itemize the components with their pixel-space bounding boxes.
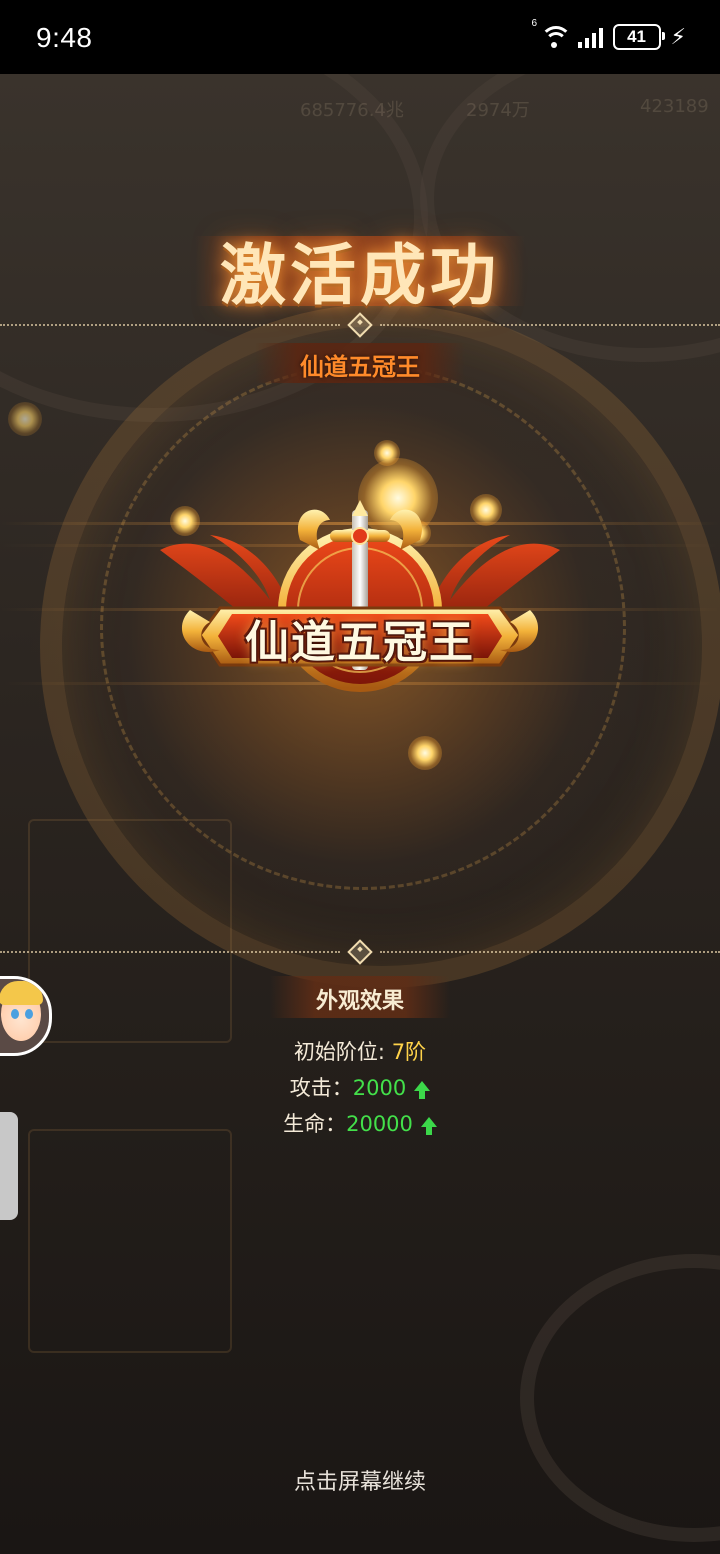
effects-title: 外观效果 bbox=[315, 989, 404, 1014]
stat-health-label: 生命： bbox=[283, 1112, 347, 1136]
item-name: 仙道五冠王 bbox=[300, 353, 420, 381]
tap-to-continue[interactable]: 点击屏幕继续 bbox=[0, 1464, 720, 1496]
status-bar: 9:48 6 41 ⚡ bbox=[0, 0, 720, 74]
increase-arrow-icon bbox=[420, 1117, 437, 1135]
side-drawer-handle[interactable] bbox=[0, 1112, 18, 1220]
hud-power: 685776.4兆 bbox=[300, 100, 404, 121]
signal-icon bbox=[577, 26, 603, 48]
glow-orb bbox=[408, 736, 442, 770]
glow-orb bbox=[374, 440, 400, 466]
stat-attack-value: 2000 bbox=[352, 1076, 407, 1100]
status-icons: 6 41 ⚡ bbox=[532, 18, 686, 50]
battery-icon: 41 bbox=[612, 24, 665, 50]
wifi-icon: 6 bbox=[532, 18, 572, 50]
stat-attack-label: 攻击： bbox=[289, 1076, 353, 1100]
hud-gems: 423189 bbox=[640, 96, 709, 117]
glow-orb bbox=[8, 402, 42, 436]
hud-currency: 2974万 bbox=[466, 100, 530, 121]
activation-title: 激活成功 bbox=[220, 237, 500, 314]
divider-top bbox=[0, 312, 720, 338]
battery-level: 41 bbox=[627, 27, 646, 46]
divider-bottom bbox=[0, 939, 720, 965]
increase-arrow-icon bbox=[414, 1081, 431, 1099]
stat-health: 生命：20000 bbox=[0, 1108, 720, 1138]
network-type-label: 6 bbox=[531, 18, 538, 29]
stat-stage: 初始阶位: 7阶 bbox=[0, 1036, 720, 1066]
charging-icon: ⚡ bbox=[670, 24, 686, 50]
emblem-art bbox=[160, 500, 560, 692]
stat-health-value: 20000 bbox=[346, 1112, 413, 1136]
stat-stage-label: 初始阶位: bbox=[293, 1040, 392, 1064]
status-time: 9:48 bbox=[36, 22, 93, 53]
stat-stage-value: 7阶 bbox=[391, 1040, 427, 1064]
title-emblem: 仙道五冠王 bbox=[150, 490, 570, 710]
stat-attack: 攻击：2000 bbox=[0, 1072, 720, 1102]
emblem-title-text: 仙道五冠王 bbox=[245, 617, 475, 668]
